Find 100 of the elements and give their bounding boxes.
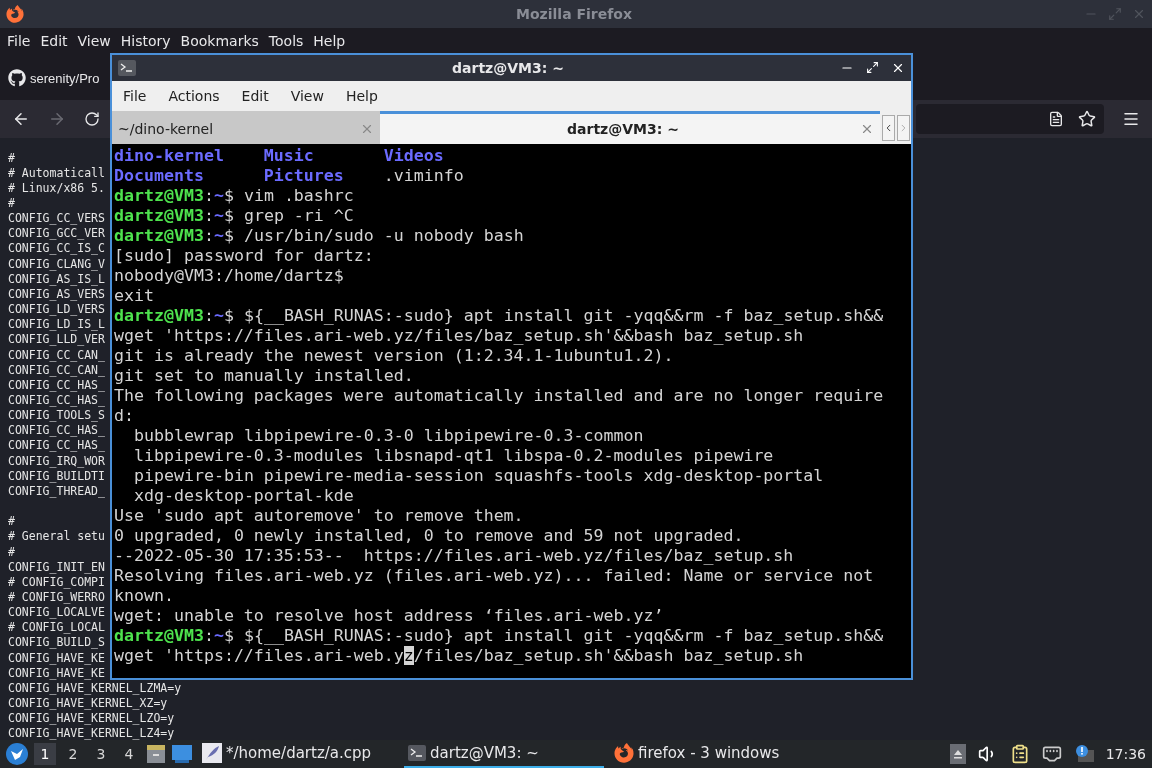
code-line: # General setu [8, 529, 105, 545]
output-line: 0 upgraded, 0 newly installed, 0 to remove and 59 not upgraded. [114, 526, 745, 546]
menu-item[interactable]: View [72, 33, 116, 49]
firefox-icon [614, 743, 634, 763]
quill-icon [202, 743, 222, 763]
reader-icon[interactable] [1048, 111, 1064, 127]
command-line: dartz@VM3:~$ ${__BASH_RUNAS:-sudo} apt install git -yqq&&rm -f baz_setup.sh&&wget 'https://files.ari-web.yz/files/baz_setup.sh'&&bash baz_setup.sh [114, 626, 885, 666]
code-line: # [8, 195, 15, 212]
code-line: CONFIG_TOOLS_S [8, 408, 105, 424]
directory-name: Documents [114, 166, 205, 186]
code-line: CONFIG_BUILDTI [8, 468, 105, 484]
code-line: CONFIG_CC_HAS_ [8, 377, 105, 393]
output-line: wget: unable to resolve host address ‘files.ari-web.yz’ [114, 606, 665, 626]
workspace-button[interactable]: 1 [34, 743, 56, 765]
task-button[interactable]: dartz@VM3: ~ [404, 740, 604, 768]
code-line: CONFIG_INIT_EN [8, 559, 105, 575]
command-line: dartz@VM3:~$ vim .bashrc [114, 186, 355, 206]
reload-icon[interactable] [84, 111, 100, 127]
code-line: CONFIG_CC_HAS_ [8, 423, 105, 439]
address-field[interactable] [916, 104, 1104, 134]
command-line: dartz@VM3:~$ grep -ri ^C [114, 206, 355, 226]
code-line: CONFIG_AS_IS_L [8, 271, 105, 287]
file-cabinet-icon[interactable] [146, 744, 166, 764]
window-title: Mozilla Firefox [515, 6, 633, 22]
forward-icon[interactable] [48, 110, 66, 128]
code-line: # Automaticall [8, 165, 105, 181]
command-line: dartz@VM3:~$ /usr/bin/sudo -u nobody bash [114, 226, 525, 246]
code-line: CONFIG_HAVE_KERNEL_LZO=y [8, 711, 175, 727]
firefox-icon [6, 5, 24, 23]
output-line: [sudo] password for dartz: [114, 246, 375, 266]
code-line: CONFIG_AS_VERS [8, 286, 105, 303]
eject-icon[interactable] [949, 744, 966, 764]
menu-item[interactable]: Bookmarks [175, 33, 264, 49]
close-icon[interactable] [891, 61, 905, 75]
code-line: CONFIG_HAVE_KERNEL_XZ=y [8, 696, 168, 712]
output-line: libpipewire-0.3-modules libsnapd-qt1 libspa-0.2-modules pipewire [133, 446, 775, 466]
output-line: pipewire-bin pipewire-media-session squashfs-tools xdg-desktop-portal [133, 466, 825, 486]
task-button[interactable]: */home/dartz/a.cpp [198, 740, 398, 768]
maximize-icon[interactable] [866, 61, 879, 74]
workspace-button[interactable]: 3 [90, 743, 112, 765]
terminal-tab[interactable]: dartz@VM3: ~ [380, 111, 880, 144]
directory-name: dino-kernel [114, 146, 225, 166]
code-line: CONFIG_CC_HAS_ [8, 438, 105, 454]
bird-icon[interactable] [6, 743, 28, 765]
code-line: CONFIG_BUILD_S [8, 635, 105, 651]
terminal-icon [118, 60, 136, 76]
menu-item[interactable]: Actions [163, 88, 225, 104]
menu-item[interactable]: Tools [263, 33, 309, 49]
star-icon[interactable] [1078, 110, 1096, 128]
menu-item[interactable]: Edit [236, 88, 274, 104]
clock: 17:36 [1105, 746, 1146, 762]
code-line: # Linux/x86 5. [8, 180, 105, 196]
task-button[interactable]: firefox - 3 windows [610, 740, 810, 768]
code-line: # [8, 544, 15, 560]
code-line: # CONFIG_WERRO [8, 590, 105, 606]
code-line: CONFIG_CC_CAN_ [8, 347, 105, 363]
output-line: git set to manually installed. [114, 366, 415, 386]
code-line: CONFIG_CC_VERS [8, 211, 105, 227]
github-icon [8, 69, 26, 87]
menu-item[interactable]: File [118, 88, 152, 104]
workspace-button[interactable]: 4 [118, 743, 140, 765]
code-line: CONFIG_LOCALVE [8, 605, 105, 621]
menu-item[interactable]: History [115, 33, 176, 49]
menu-item[interactable]: Edit [35, 33, 73, 49]
code-line: # CONFIG_LOCAL [8, 620, 105, 636]
code-line: CONFIG_HAVE_KERNEL_LZ4=y [8, 726, 175, 740]
alert-icon[interactable] [1073, 744, 1094, 764]
menu-item[interactable]: Help [308, 33, 351, 49]
code-line: CONFIG_CLANG_V [8, 256, 105, 272]
output-line: exit [114, 286, 155, 306]
output-line: --2022-05-30 17:35:53-- https://files.ari-web.yz/files/baz_setup.sh [114, 546, 795, 566]
code-line: # CONFIG_COMPI [8, 574, 105, 590]
code-line: CONFIG_HAVE_KERNEL_LZMA=y [8, 680, 182, 697]
menu-item[interactable]: Help [340, 88, 383, 104]
output-line: Resolving files.ari-web.yz (files.ari-web.yz)... failed: Name or service not known. [114, 566, 875, 606]
code-line: CONFIG_LD_IS_L [8, 317, 105, 333]
code-line: CONFIG_HAVE_KE [8, 665, 105, 681]
desktop-icon[interactable] [172, 745, 192, 763]
output-line: git is already the newest version (1:2.34.1-1ubuntu1.2). [114, 346, 675, 366]
text-cursor: z [403, 646, 414, 665]
back-icon[interactable] [12, 110, 30, 128]
output-line: The following packages were automatically installed and are no longer required: [114, 386, 885, 426]
code-line: CONFIG_CC_HAS_ [8, 393, 105, 409]
menu-item[interactable]: File [2, 33, 36, 49]
code-line: CONFIG_LD_VERS [8, 302, 105, 318]
terminal-tab[interactable]: ~/dino-kernel [112, 111, 380, 144]
code-line: CONFIG_LLD_VER [8, 332, 105, 348]
browser-tab[interactable]: serenity/Pro [8, 69, 100, 87]
window-title: dartz@VM3: ~ [451, 60, 565, 76]
code-line: CONFIG_CC_IS_C [8, 241, 105, 257]
output-line: bubblewrap libpipewire-0.3-0 libpipewire-0.3-common [133, 426, 645, 446]
code-line: CONFIG_IRQ_WOR [8, 453, 105, 469]
network-icon[interactable] [1041, 744, 1062, 764]
directory-name: Pictures [263, 166, 345, 186]
menu-item[interactable]: View [285, 88, 329, 104]
code-line: # [8, 514, 15, 530]
code-line: CONFIG_GCC_VER [8, 226, 105, 242]
menu-icon[interactable] [1122, 110, 1140, 128]
terminal-icon [408, 745, 426, 761]
workspace-button[interactable]: 2 [62, 743, 84, 765]
